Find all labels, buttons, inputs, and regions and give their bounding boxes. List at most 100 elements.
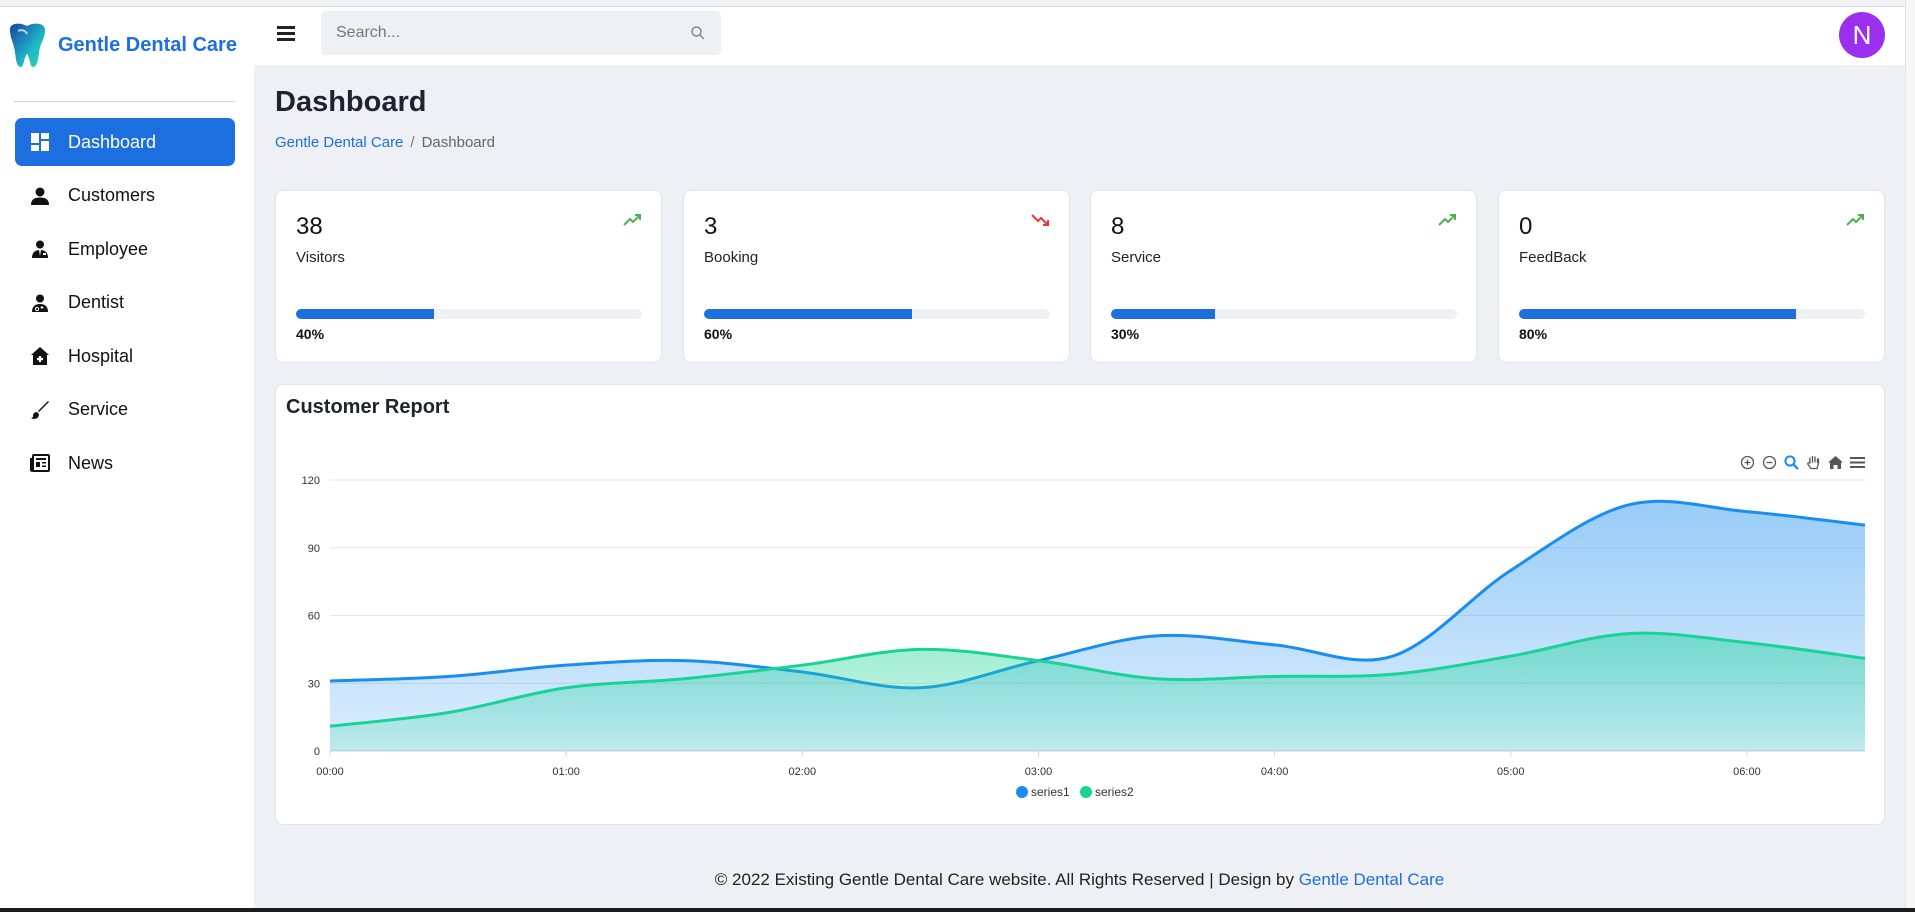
sidebar-item-news[interactable]: News <box>15 439 235 487</box>
sidebar-item-label: Customers <box>68 185 156 205</box>
tooth-logo-icon <box>10 23 45 68</box>
customer-report-chart: 0 30 60 90 120 00:00 01:00 02:00 03:00 04:00 05:00… <box>302 475 1866 799</box>
x-tick-label: 06:00 <box>1733 766 1761 778</box>
x-tick-label: 01:00 <box>552 766 580 778</box>
footer: © 2022 Existing Gentle Dental Care websi… <box>254 870 1905 890</box>
breadcrumb-home-link[interactable]: Gentle Dental Care <box>275 134 403 151</box>
stat-label: Visitors <box>296 249 345 266</box>
browser-top-edge <box>0 0 1915 7</box>
newspaper-icon <box>29 452 51 474</box>
stat-progress-bar <box>1519 309 1865 319</box>
breadcrumb-separator: / <box>410 134 415 151</box>
stat-card-visitors: 38 Visitors 40% <box>275 190 662 363</box>
chart-title: Customer Report <box>286 396 450 418</box>
trending-up-icon <box>623 214 641 226</box>
legend-marker <box>1080 786 1092 798</box>
dashboard-icon <box>29 131 51 153</box>
search-icon[interactable] <box>690 25 706 41</box>
zoom-in-icon[interactable] <box>1739 454 1756 471</box>
stat-percent: 80% <box>1519 326 1548 342</box>
x-tick-label: 00:00 <box>316 766 344 778</box>
stat-progress-fill <box>704 309 912 319</box>
menu-toggle-icon[interactable] <box>277 26 295 44</box>
stat-value: 8 <box>1111 213 1125 240</box>
stat-percent: 40% <box>296 326 325 342</box>
trending-up-icon <box>1438 214 1456 226</box>
stat-progress-bar <box>296 309 642 319</box>
y-tick-label: 60 <box>308 611 320 623</box>
stat-label: Service <box>1111 249 1162 266</box>
legend-marker <box>1016 786 1028 798</box>
y-tick-label: 0 <box>314 746 320 758</box>
page-title: Dashboard <box>275 86 427 118</box>
stat-value: 3 <box>704 213 718 240</box>
y-tick-label: 90 <box>308 543 320 555</box>
brand-name: Gentle Dental Care <box>58 33 237 56</box>
sidebar-nav: Dashboard Customers Employee Dentist Hos… <box>15 118 235 493</box>
trending-down-icon <box>1031 214 1049 226</box>
brush-icon <box>29 399 51 421</box>
sidebar-item-label: News <box>68 452 114 473</box>
legend-item-series1[interactable]: series1 <box>1016 785 1070 799</box>
chart-toolbar <box>1739 454 1866 471</box>
stat-value: 0 <box>1519 213 1533 240</box>
stat-label: Booking <box>704 249 759 266</box>
search-input[interactable] <box>336 24 690 42</box>
sidebar-item-label: Hospital <box>68 345 134 366</box>
home-icon[interactable] <box>1827 454 1844 471</box>
footer-copyright: © 2022 Existing Gentle Dental Care websi… <box>714 870 1299 889</box>
x-tick-label: 02:00 <box>789 766 817 778</box>
stat-label: FeedBack <box>1519 249 1587 266</box>
hospital-icon <box>29 345 51 367</box>
menu-icon[interactable] <box>1849 454 1866 471</box>
stat-progress-fill <box>1111 309 1215 319</box>
sidebar-item-dashboard[interactable]: Dashboard <box>15 118 235 166</box>
sidebar-item-service[interactable]: Service <box>15 386 235 434</box>
stat-value: 38 <box>296 213 323 240</box>
sidebar-item-label: Employee <box>68 238 149 259</box>
sidebar-divider <box>14 101 235 102</box>
legend-label: series1 <box>1031 785 1070 799</box>
top-header: N <box>254 7 1905 65</box>
sidebar-item-label: Dentist <box>68 292 125 312</box>
sidebar-item-customers[interactable]: Customers <box>15 172 235 220</box>
sidebar-item-dentist[interactable]: Dentist <box>15 279 235 327</box>
pan-hand-icon[interactable] <box>1805 454 1822 471</box>
breadcrumb-current: Dashboard <box>421 134 495 151</box>
employee-icon <box>29 238 51 260</box>
user-avatar[interactable]: N <box>1839 12 1885 58</box>
doctor-icon <box>29 292 51 314</box>
person-icon <box>29 185 51 207</box>
legend-label: series2 <box>1095 785 1134 799</box>
trending-up-icon <box>1846 214 1864 226</box>
x-tick-label: 04:00 <box>1261 766 1289 778</box>
stat-percent: 30% <box>1111 326 1140 342</box>
sidebar-item-employee[interactable]: Employee <box>15 225 235 273</box>
sidebar: Gentle Dental Care Dashboard Customers E… <box>0 7 254 908</box>
stat-card-feedback: 0 FeedBack 80% <box>1498 190 1885 363</box>
magnifier-icon[interactable] <box>1783 454 1800 471</box>
x-tick-label: 05:00 <box>1497 766 1525 778</box>
stat-progress-fill <box>1519 309 1796 319</box>
y-tick-label: 30 <box>308 678 320 690</box>
breadcrumb: Gentle Dental Care / Dashboard <box>275 134 495 151</box>
stat-progress-bar <box>1111 309 1457 319</box>
stat-progress-bar <box>704 309 1050 319</box>
stat-card-service: 8 Service 30% <box>1090 190 1477 363</box>
sidebar-item-label: Dashboard <box>68 131 157 152</box>
x-tick-label: 03:00 <box>1025 766 1053 778</box>
legend-item-series2[interactable]: series2 <box>1080 785 1134 799</box>
y-tick-label: 120 <box>302 475 320 487</box>
footer-designer-link[interactable]: Gentle Dental Care <box>1299 870 1445 889</box>
browser-scrollbar[interactable] <box>1905 0 1915 912</box>
stat-percent: 60% <box>704 326 733 342</box>
stat-progress-fill <box>296 309 435 319</box>
taskbar-edge <box>0 908 1915 912</box>
zoom-out-icon[interactable] <box>1761 454 1778 471</box>
search-bar <box>321 11 721 55</box>
customer-report-card: 0 30 60 90 120 00:00 01:00 02:00 03:00 04:00 05:00… <box>275 384 1885 825</box>
brand-logo[interactable]: Gentle Dental Care <box>6 21 237 69</box>
sidebar-item-hospital[interactable]: Hospital <box>15 332 235 380</box>
stat-card-booking: 3 Booking 60% <box>683 190 1070 363</box>
sidebar-item-label: Service <box>68 399 129 419</box>
